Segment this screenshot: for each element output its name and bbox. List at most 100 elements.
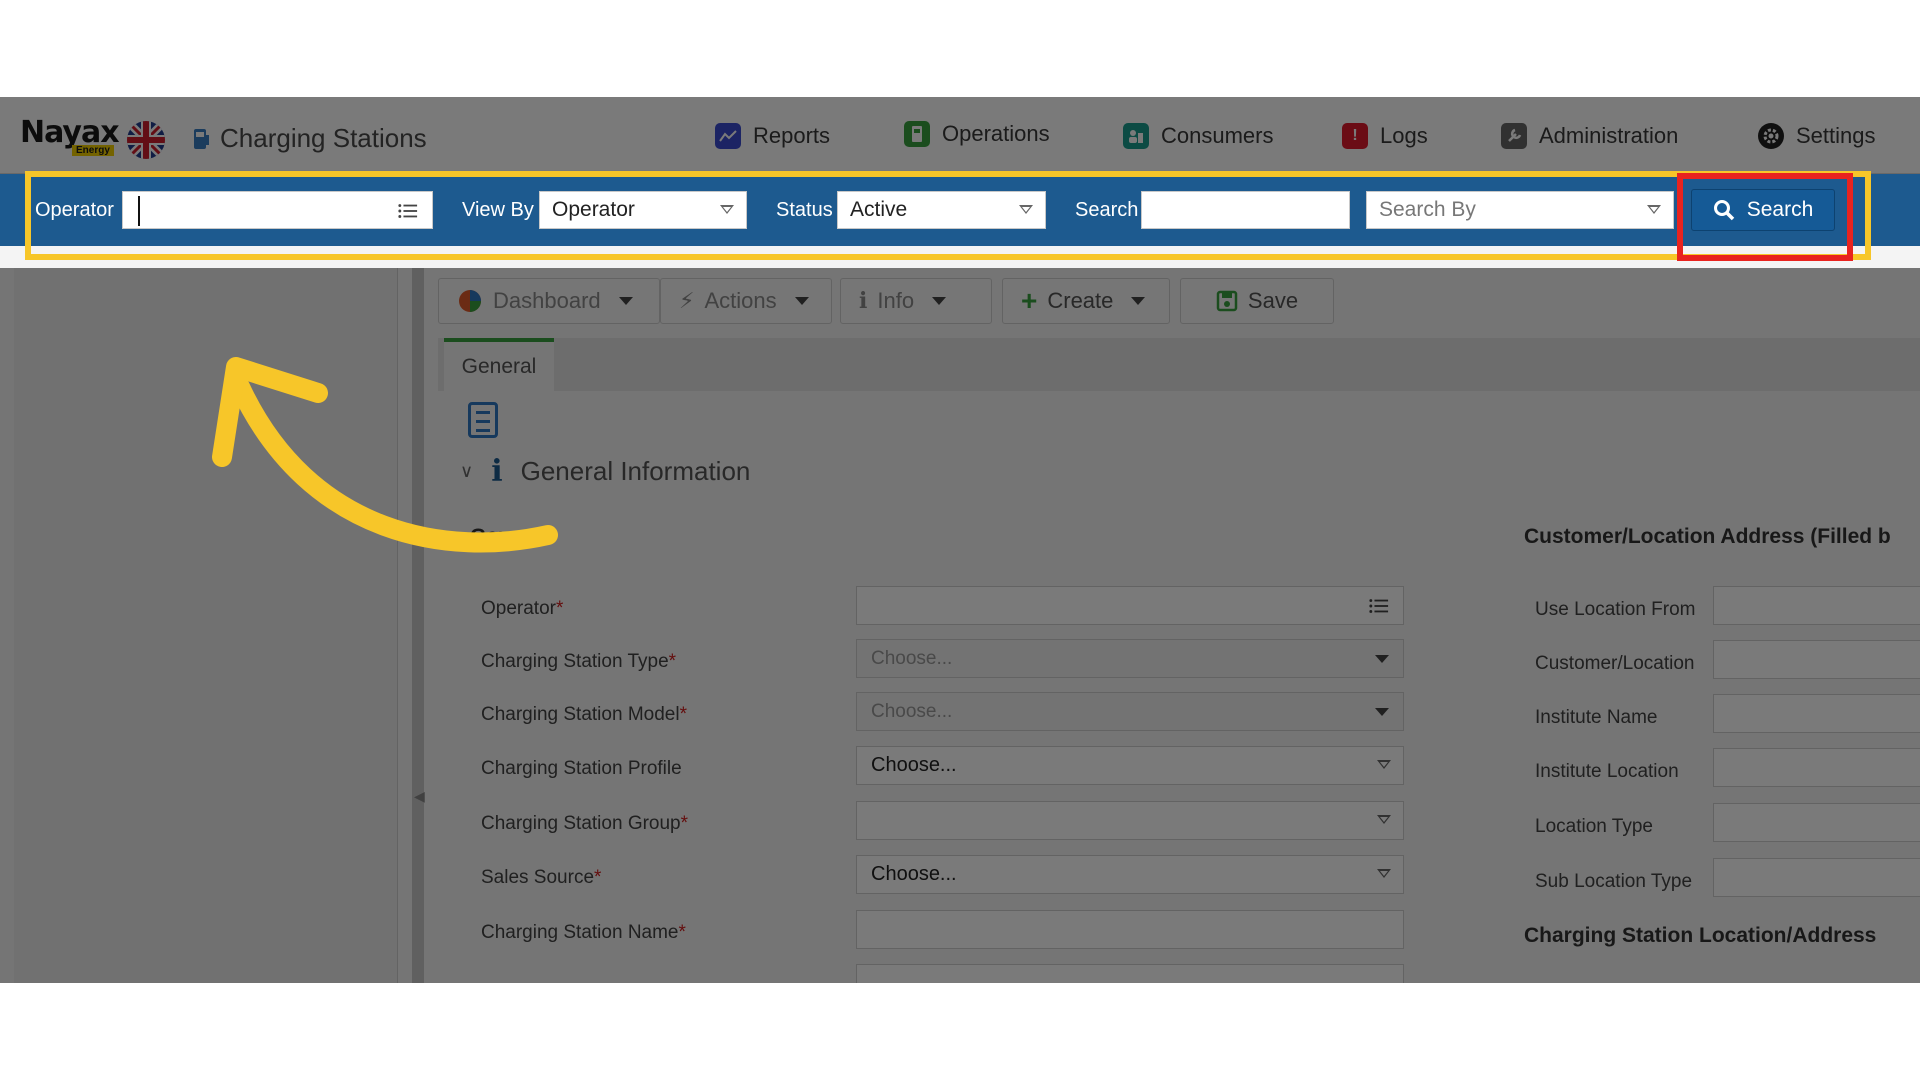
top-navigation: Nayax Energy Charging Stations Reports O…: [0, 97, 1920, 174]
gear-icon: [1758, 122, 1784, 149]
consumers-icon: [1123, 122, 1149, 149]
list-icon[interactable]: [1369, 597, 1389, 615]
customer-location-label: Customer/Location: [1535, 653, 1695, 674]
required-mark: *: [668, 651, 677, 672]
nav-settings[interactable]: Settings: [1758, 97, 1876, 174]
next-field-input[interactable]: [856, 964, 1404, 983]
pie-chart-icon: [459, 290, 481, 312]
filter-bar-highlight: [25, 171, 1871, 260]
location-type-label: Location Type: [1535, 816, 1653, 837]
charging-station-icon: [194, 128, 209, 149]
document-icon: [468, 402, 498, 438]
admin-icon: [1501, 122, 1527, 149]
app-title-text: Charging Stations: [220, 123, 427, 153]
address-group-title: Customer/Location Address (Filled b: [1524, 525, 1891, 548]
station-profile-value: Choose...: [871, 754, 957, 776]
info-label: Info: [877, 288, 915, 313]
save-button[interactable]: Save: [1180, 278, 1334, 324]
label-text: Charging Station Type: [481, 651, 669, 672]
app-window: Nayax Energy Charging Stations Reports O…: [0, 97, 1920, 983]
chevron-down-icon: [618, 297, 633, 305]
sub-location-type-input[interactable]: [1713, 858, 1920, 897]
search-button-highlight: [1677, 173, 1853, 261]
chevron-down-icon: [1131, 297, 1146, 305]
station-type-value: Choose...: [871, 647, 953, 669]
station-group-label: Charging Station Group*: [481, 813, 688, 835]
institute-name-input[interactable]: [1713, 694, 1920, 733]
nav-reports-label: Reports: [753, 122, 831, 148]
station-model-select[interactable]: Choose...: [856, 692, 1404, 731]
main-content: Dashboard ⚡ Actions i Info + Create Save…: [438, 268, 1920, 983]
chevron-down-icon: [1375, 708, 1389, 716]
required-mark: *: [680, 813, 689, 834]
nav-reports[interactable]: Reports: [715, 97, 830, 174]
nav-administration[interactable]: Administration: [1501, 97, 1678, 174]
station-location-title: Charging Station Location/Address: [1524, 924, 1877, 947]
save-icon: [1216, 290, 1238, 312]
nav-logs-label: Logs: [1380, 122, 1428, 148]
chevron-down-icon: [932, 297, 947, 305]
station-model-value: Choose...: [871, 700, 953, 722]
required-mark: *: [678, 922, 686, 943]
institute-name-label: Institute Name: [1535, 707, 1658, 728]
actions-label: Actions: [704, 288, 777, 313]
nayax-logo[interactable]: Nayax Energy: [20, 115, 120, 157]
station-profile-label: Charging Station Profile: [481, 758, 682, 780]
station-profile-select[interactable]: Choose...: [856, 746, 1404, 785]
chevron-down-icon[interactable]: ∨: [460, 461, 473, 482]
station-type-select[interactable]: Choose...: [856, 639, 1404, 678]
dashboard-button[interactable]: Dashboard: [438, 278, 660, 324]
nav-consumers[interactable]: Consumers: [1123, 97, 1273, 174]
tab-strip: General: [438, 338, 1920, 391]
alert-icon: !: [1342, 122, 1368, 149]
required-mark: *: [594, 867, 602, 888]
operator-field-label: Operator*: [481, 598, 563, 620]
institute-location-label: Institute Location: [1535, 761, 1679, 782]
general-group-title: General: [470, 525, 549, 548]
customer-location-input[interactable]: [1713, 640, 1920, 679]
label-text: Operator: [481, 598, 556, 619]
use-location-from-label: Use Location From: [1535, 599, 1696, 620]
sub-location-type-label: Sub Location Type: [1535, 871, 1693, 892]
nav-settings-label: Settings: [1796, 122, 1876, 148]
nav-logs[interactable]: ! Logs: [1342, 97, 1428, 174]
nav-consumers-label: Consumers: [1161, 122, 1274, 148]
required-mark: *: [679, 704, 687, 725]
chevron-down-icon: [1377, 760, 1391, 769]
chevron-down-icon: [1377, 815, 1391, 824]
label-text: Sales Source: [481, 867, 595, 888]
save-label: Save: [1247, 288, 1299, 313]
station-name-input[interactable]: [856, 910, 1404, 949]
use-location-from-input[interactable]: [1713, 586, 1920, 625]
uk-flag-icon[interactable]: [127, 121, 165, 159]
collapse-left-icon[interactable]: ◀: [414, 788, 425, 805]
create-button[interactable]: + Create: [1002, 278, 1170, 324]
institute-location-input[interactable]: [1713, 748, 1920, 787]
label-text: Charging Station Group: [481, 813, 681, 834]
sales-source-select[interactable]: Choose...: [856, 855, 1404, 894]
sales-source-value: Choose...: [871, 863, 957, 885]
tab-general[interactable]: General: [444, 338, 554, 391]
nav-administration-label: Administration: [1539, 122, 1679, 148]
section-title: General Information: [520, 456, 751, 486]
info-icon: i: [491, 454, 503, 489]
sales-source-label: Sales Source*: [481, 867, 601, 889]
operator-field[interactable]: [856, 586, 1404, 625]
operations-icon: [904, 121, 930, 147]
station-group-select[interactable]: [856, 801, 1404, 840]
actions-button[interactable]: ⚡ Actions: [660, 278, 832, 324]
required-mark: *: [555, 598, 564, 619]
label-text: Charging Station Name: [481, 922, 679, 943]
create-label: Create: [1047, 288, 1114, 313]
section-header[interactable]: ∨ i General Information: [460, 454, 750, 489]
label-text: Charging Station Model: [481, 704, 680, 725]
left-panel: [14, 268, 398, 983]
location-type-input[interactable]: [1713, 803, 1920, 842]
panel-splitter[interactable]: ◀: [412, 268, 425, 983]
info-button[interactable]: i Info: [840, 278, 992, 324]
brand-sub: Energy: [72, 145, 114, 156]
station-type-label: Charging Station Type*: [481, 651, 676, 673]
app-title: Charging Stations: [192, 123, 427, 154]
chart-icon: [715, 122, 741, 149]
nav-operations[interactable]: Operations: [866, 97, 1088, 174]
